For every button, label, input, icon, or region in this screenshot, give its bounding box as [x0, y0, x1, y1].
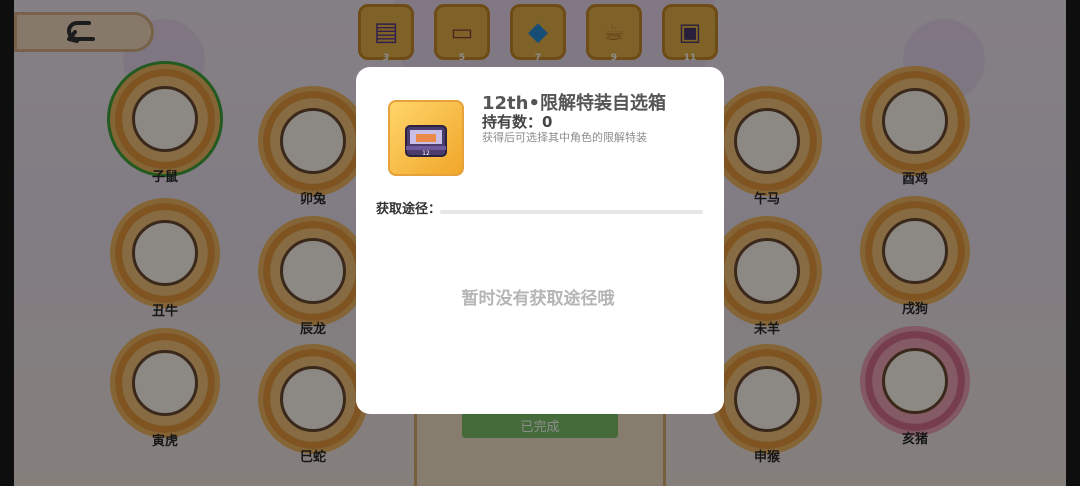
source-divider	[440, 210, 703, 214]
empty-source-message: 暂时没有获取途径哦	[461, 289, 615, 309]
item-description: 获得后可选择其中角色的限解特装	[482, 131, 647, 144]
treasure-chest-icon: 12	[405, 125, 447, 157]
item-icon-caption: 12	[422, 150, 430, 157]
item-icon: 12	[388, 100, 464, 176]
item-detail-modal: 12 12th•限解特装自选箱 持有数：0 获得后可选择其中角色的限解特装 获取…	[356, 67, 724, 414]
source-label: 获取途径：	[376, 202, 442, 217]
